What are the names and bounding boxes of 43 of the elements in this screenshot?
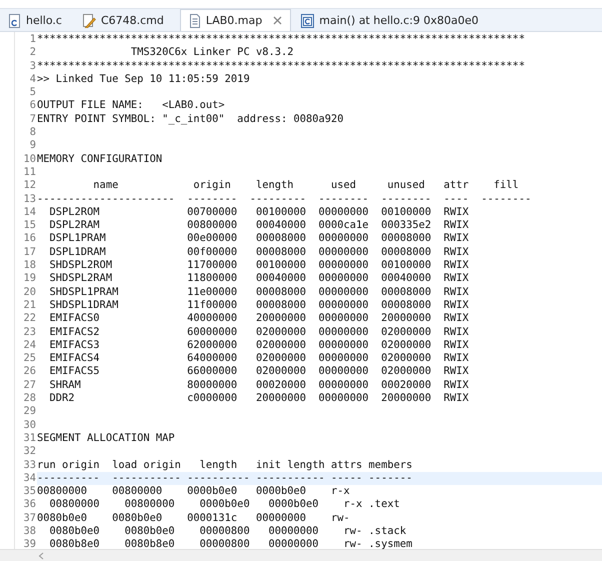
code-line: >> Linked Tue Sep 10 11:05:59 2019 [37,72,250,86]
scroll-left-icon[interactable] [38,552,44,560]
code-line: DSPL1PRAM 00e00000 00008000 00000000 00008000 RWIX [48,232,469,246]
code-line: 00800000 00800000 0000b0e0 0000b0e0 r-x [37,485,350,498]
code-line: ---------- ----------- ---------- ----------- ----- ------- [37,472,412,486]
code-line: EMIFACS0 40000000 20000000 00000000 20000000 RWIX [48,312,469,326]
code-line: ****************************************************************************** [37,60,525,73]
code-line: DSPL2RAM 00800000 00040000 0000ca1e 000335e2 RWIX [48,219,469,232]
code-line: EMIFACS3 62000000 02000000 00000000 02000000 RWIX [48,338,469,352]
code-line: EMIFACS2 60000000 02000000 00000000 02000000 RWIX [48,326,469,339]
code-line: OUTPUT FILE NAME: <LAB0.out> [37,99,225,113]
code-line: TMS320C6x Linker PC v8.3.2 [130,46,294,60]
code-line: SHDSPL1DRAM 11f00000 00008000 00000000 00008000 RWIX [48,298,469,312]
code-line: 0080b0e0 0080b0e0 00000800 00000000 rw- .stack [48,524,406,538]
editor-tab[interactable]: LAB0.map [180,9,292,31]
code-line: SEGMENT ALLOCATION MAP [37,432,175,446]
c-file-icon [8,14,21,28]
code-line: EMIFACS5 66000000 02000000 00000000 02000000 RWIX [48,365,469,379]
code-line: ---------------------- -------- --------- -------- -------- ---- -------- [37,192,532,206]
editor-tab[interactable]: C6748.cmd [78,10,174,31]
code-line: SHDSPL2RAM 11800000 00040000 00000000 00040000 RWIX [48,272,469,286]
edit-file-icon [82,14,96,28]
code-line: run origin load origin length init length attrs members [37,458,412,472]
editor-tab[interactable]: hello.c [4,10,72,31]
code-line: DSPL2ROM 00700000 00100000 00000000 00100000 RWIX [48,206,469,220]
code-line: SHDSPL1PRAM 11e00000 00008000 00000000 00008000 RWIX [48,286,469,299]
c-file-icon [301,14,314,28]
editor-tab[interactable]: main() at hello.c:9 0x80a0e0 [297,10,489,31]
code-line: name origin length used unused attr fill [92,179,519,193]
code-line: ENTRY POINT SYMBOL: "_c_int00" address: 0080a920 [37,112,344,126]
document-icon [188,14,201,28]
code-line: 00800000 00800000 0000b0e0 0000b0e0 r-x .text [48,498,400,512]
code-line: MEMORY CONFIGURATION [37,152,162,166]
code-line: ****************************************************************************** [37,33,525,46]
code-line: 0080b0e0 0080b0e0 0000131c 00000000 rw- [37,512,350,525]
line-number: 34 [15,472,37,486]
code-line: DDR2 c0000000 20000000 00000000 20000000 RWIX [48,392,469,406]
code-line: DSPL1DRAM 00f00000 00008000 00000000 00008000 RWIX [48,246,469,260]
horizontal-scrollbar[interactable] [0,549,602,561]
close-icon[interactable] [273,16,282,25]
code-line: SHRAM 80000000 00020000 00000000 00020000 RWIX [48,378,469,392]
code-line: EMIFACS4 64000000 02000000 00000000 02000000 RWIX [48,352,469,366]
code-line: SHDSPL2ROM 11700000 00100000 00000000 00100000 RWIX [48,259,469,272]
